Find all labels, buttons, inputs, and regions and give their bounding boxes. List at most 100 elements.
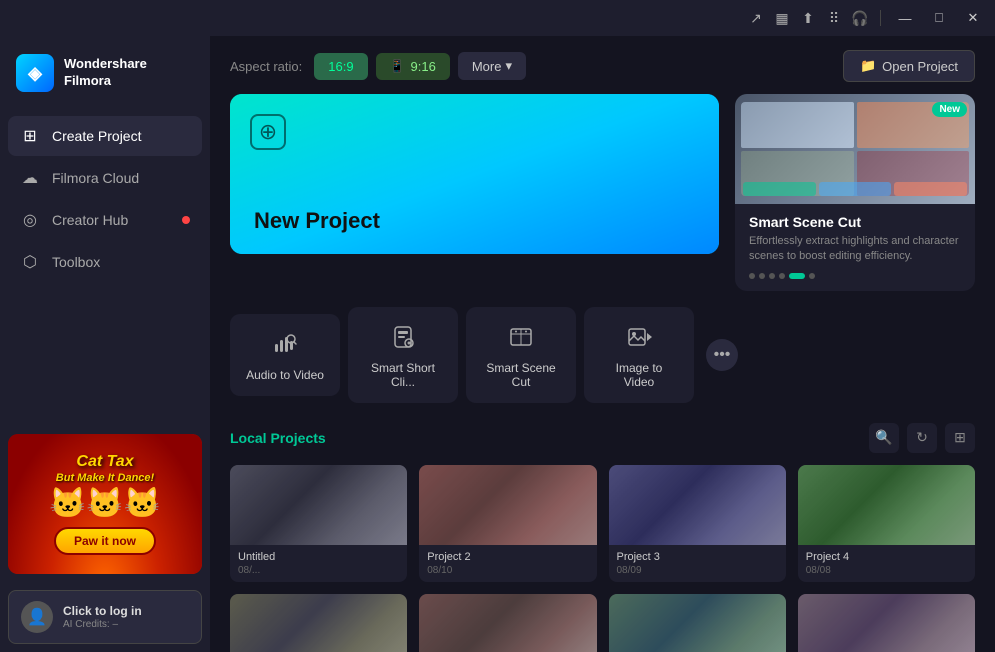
folder-icon: 📁 <box>860 58 876 74</box>
audio-to-video-label: Audio to Video <box>246 368 324 382</box>
open-project-button[interactable]: 📁 Open Project <box>843 50 975 82</box>
dot-2 <box>759 273 765 279</box>
close-button[interactable]: ✕ <box>959 7 987 29</box>
ad-banner[interactable]: Cat Tax But Make It Dance! 🐱🐱🐱 Paw it no… <box>8 434 202 574</box>
project-thumbnail <box>419 594 596 652</box>
project-info: Project 3 08/09 <box>609 545 786 582</box>
ad-paw-button[interactable]: Paw it now <box>54 527 156 555</box>
sidebar-item-toolbox[interactable]: ⬡ Toolbox <box>8 242 202 282</box>
tools-row: Audio to Video Smart Short Cli... <box>230 307 975 403</box>
tool-audio-to-video[interactable]: Audio to Video <box>230 314 340 396</box>
login-label: Click to log in <box>63 604 189 618</box>
feature-row: ⊕ New Project <box>230 94 975 291</box>
smart-card-title: Smart Scene Cut <box>749 214 961 230</box>
main-content: Aspect ratio: 16:9 📱 9:16 More ▾ 📁 Open … <box>210 36 995 652</box>
smart-card-body: Smart Scene Cut Effortlessly extract hig… <box>735 204 975 291</box>
project-date: 08/... <box>238 565 399 576</box>
profile-section[interactable]: 👤 Click to log in AI Credits: – <box>8 590 202 644</box>
separator <box>880 10 881 26</box>
toolbox-icon: ⬡ <box>20 252 40 272</box>
title-bar: ↗ ▦ ⬆ ⠿ 🎧 — ⎕ ✕ <box>0 0 995 36</box>
sidebar-item-filmora-cloud[interactable]: ☁ Filmora Cloud <box>8 158 202 198</box>
ratio-16-9-button[interactable]: 16:9 <box>314 53 367 80</box>
project-info: Project 4 08/08 <box>798 545 975 582</box>
ai-credits-label: AI Credits: – <box>63 619 189 630</box>
more-label: More <box>472 59 502 74</box>
grid-view-button[interactable]: ⊞ <box>945 423 975 453</box>
tools-more-button[interactable]: ••• <box>706 339 738 371</box>
create-project-icon: ⊞ <box>20 126 40 146</box>
ad-cats-icon: 🐱🐱🐱 <box>49 486 161 521</box>
project-item[interactable]: Untitled 08/... <box>230 465 407 582</box>
logo-icon: ◈ <box>16 54 54 92</box>
maximize-button[interactable]: ⎕ <box>925 7 953 29</box>
section-header: Local Projects 🔍 ↻ ⊞ <box>230 423 975 453</box>
headset-icon[interactable]: 🎧 <box>850 8 870 28</box>
ad-content: Cat Tax But Make It Dance! 🐱🐱🐱 Paw it no… <box>8 434 202 574</box>
smart-card-description: Effortlessly extract highlights and char… <box>749 234 961 265</box>
project-item[interactable]: Project 3 08/09 <box>609 465 786 582</box>
project-item[interactable]: Project 4 08/08 <box>798 465 975 582</box>
avatar: 👤 <box>21 601 53 633</box>
ratio-9-16-button[interactable]: 📱 9:16 <box>376 53 450 80</box>
grid-icon[interactable]: ⠿ <box>824 8 844 28</box>
ellipsis-icon: ••• <box>714 346 731 364</box>
dot-3 <box>769 273 775 279</box>
tool-smart-short-clip[interactable]: Smart Short Cli... <box>348 307 458 403</box>
dot-4 <box>779 273 785 279</box>
sidebar-item-create-project[interactable]: ⊞ Create Project <box>8 116 202 156</box>
add-project-icon: ⊕ <box>250 114 286 150</box>
sidebar-item-creator-hub[interactable]: ◎ Creator Hub <box>8 200 202 240</box>
sidebar-item-label: Filmora Cloud <box>52 170 139 186</box>
refresh-button[interactable]: ↻ <box>907 423 937 453</box>
screen-icon[interactable]: ▦ <box>772 8 792 28</box>
content-area: ⊕ New Project <box>210 94 995 652</box>
open-project-label: Open Project <box>882 59 958 74</box>
tool-smart-scene-cut[interactable]: Smart Scene Cut <box>466 307 576 403</box>
smart-scene-card[interactable]: New Smart Scene Cut Effortlessly extract… <box>735 94 975 291</box>
new-project-card[interactable]: ⊕ New Project <box>230 94 719 254</box>
smart-scene-cut-icon <box>505 321 537 353</box>
project-thumbnail <box>609 594 786 652</box>
minimize-button[interactable]: — <box>891 7 919 29</box>
new-project-label: New Project <box>254 208 380 234</box>
project-item[interactable]: Project 6 08/06 <box>419 594 596 652</box>
project-date: 08/10 <box>427 565 588 576</box>
smart-card-image: New <box>735 94 975 204</box>
grid-icon: ⊞ <box>954 429 966 446</box>
upload-icon[interactable]: ⬆ <box>798 8 818 28</box>
project-thumbnail <box>798 465 975 545</box>
new-badge: New <box>932 102 967 117</box>
project-name: Project 3 <box>617 551 778 563</box>
logo: ◈ Wondershare Filmora <box>0 36 210 112</box>
more-button[interactable]: More ▾ <box>458 52 526 80</box>
aspect-ratio-label: Aspect ratio: <box>230 59 302 74</box>
project-item[interactable]: Project 2 08/10 <box>419 465 596 582</box>
project-thumbnail <box>230 465 407 545</box>
image-to-video-icon <box>623 321 655 353</box>
cloud-icon: ☁ <box>20 168 40 188</box>
project-item[interactable]: Project 7 08/05 <box>609 594 786 652</box>
share-icon[interactable]: ↗ <box>746 8 766 28</box>
section-actions: 🔍 ↻ ⊞ <box>869 423 975 453</box>
project-item[interactable]: Project 8 08/04 <box>798 594 975 652</box>
logo-text: Wondershare Filmora <box>64 56 147 90</box>
sidebar-item-label: Creator Hub <box>52 212 128 228</box>
project-name: Untitled <box>238 551 399 563</box>
project-date: 08/08 <box>806 565 967 576</box>
project-item[interactable]: Project 5 08/07 <box>230 594 407 652</box>
creator-hub-icon: ◎ <box>20 210 40 230</box>
search-button[interactable]: 🔍 <box>869 423 899 453</box>
project-info: Project 2 08/10 <box>419 545 596 582</box>
sidebar: ◈ Wondershare Filmora ⊞ Create Project ☁… <box>0 36 210 652</box>
audio-to-video-icon <box>269 328 301 360</box>
sidebar-nav: ⊞ Create Project ☁ Filmora Cloud ◎ Creat… <box>0 112 210 426</box>
dots-row <box>749 273 961 279</box>
search-icon: 🔍 <box>875 429 892 446</box>
ad-title-line2: But Make It Dance! <box>56 472 154 484</box>
dot-1 <box>749 273 755 279</box>
project-thumbnail <box>609 465 786 545</box>
smart-scene-cut-label: Smart Scene Cut <box>482 361 560 389</box>
smart-short-clip-label: Smart Short Cli... <box>364 361 442 389</box>
tool-image-to-video[interactable]: Image to Video <box>584 307 694 403</box>
